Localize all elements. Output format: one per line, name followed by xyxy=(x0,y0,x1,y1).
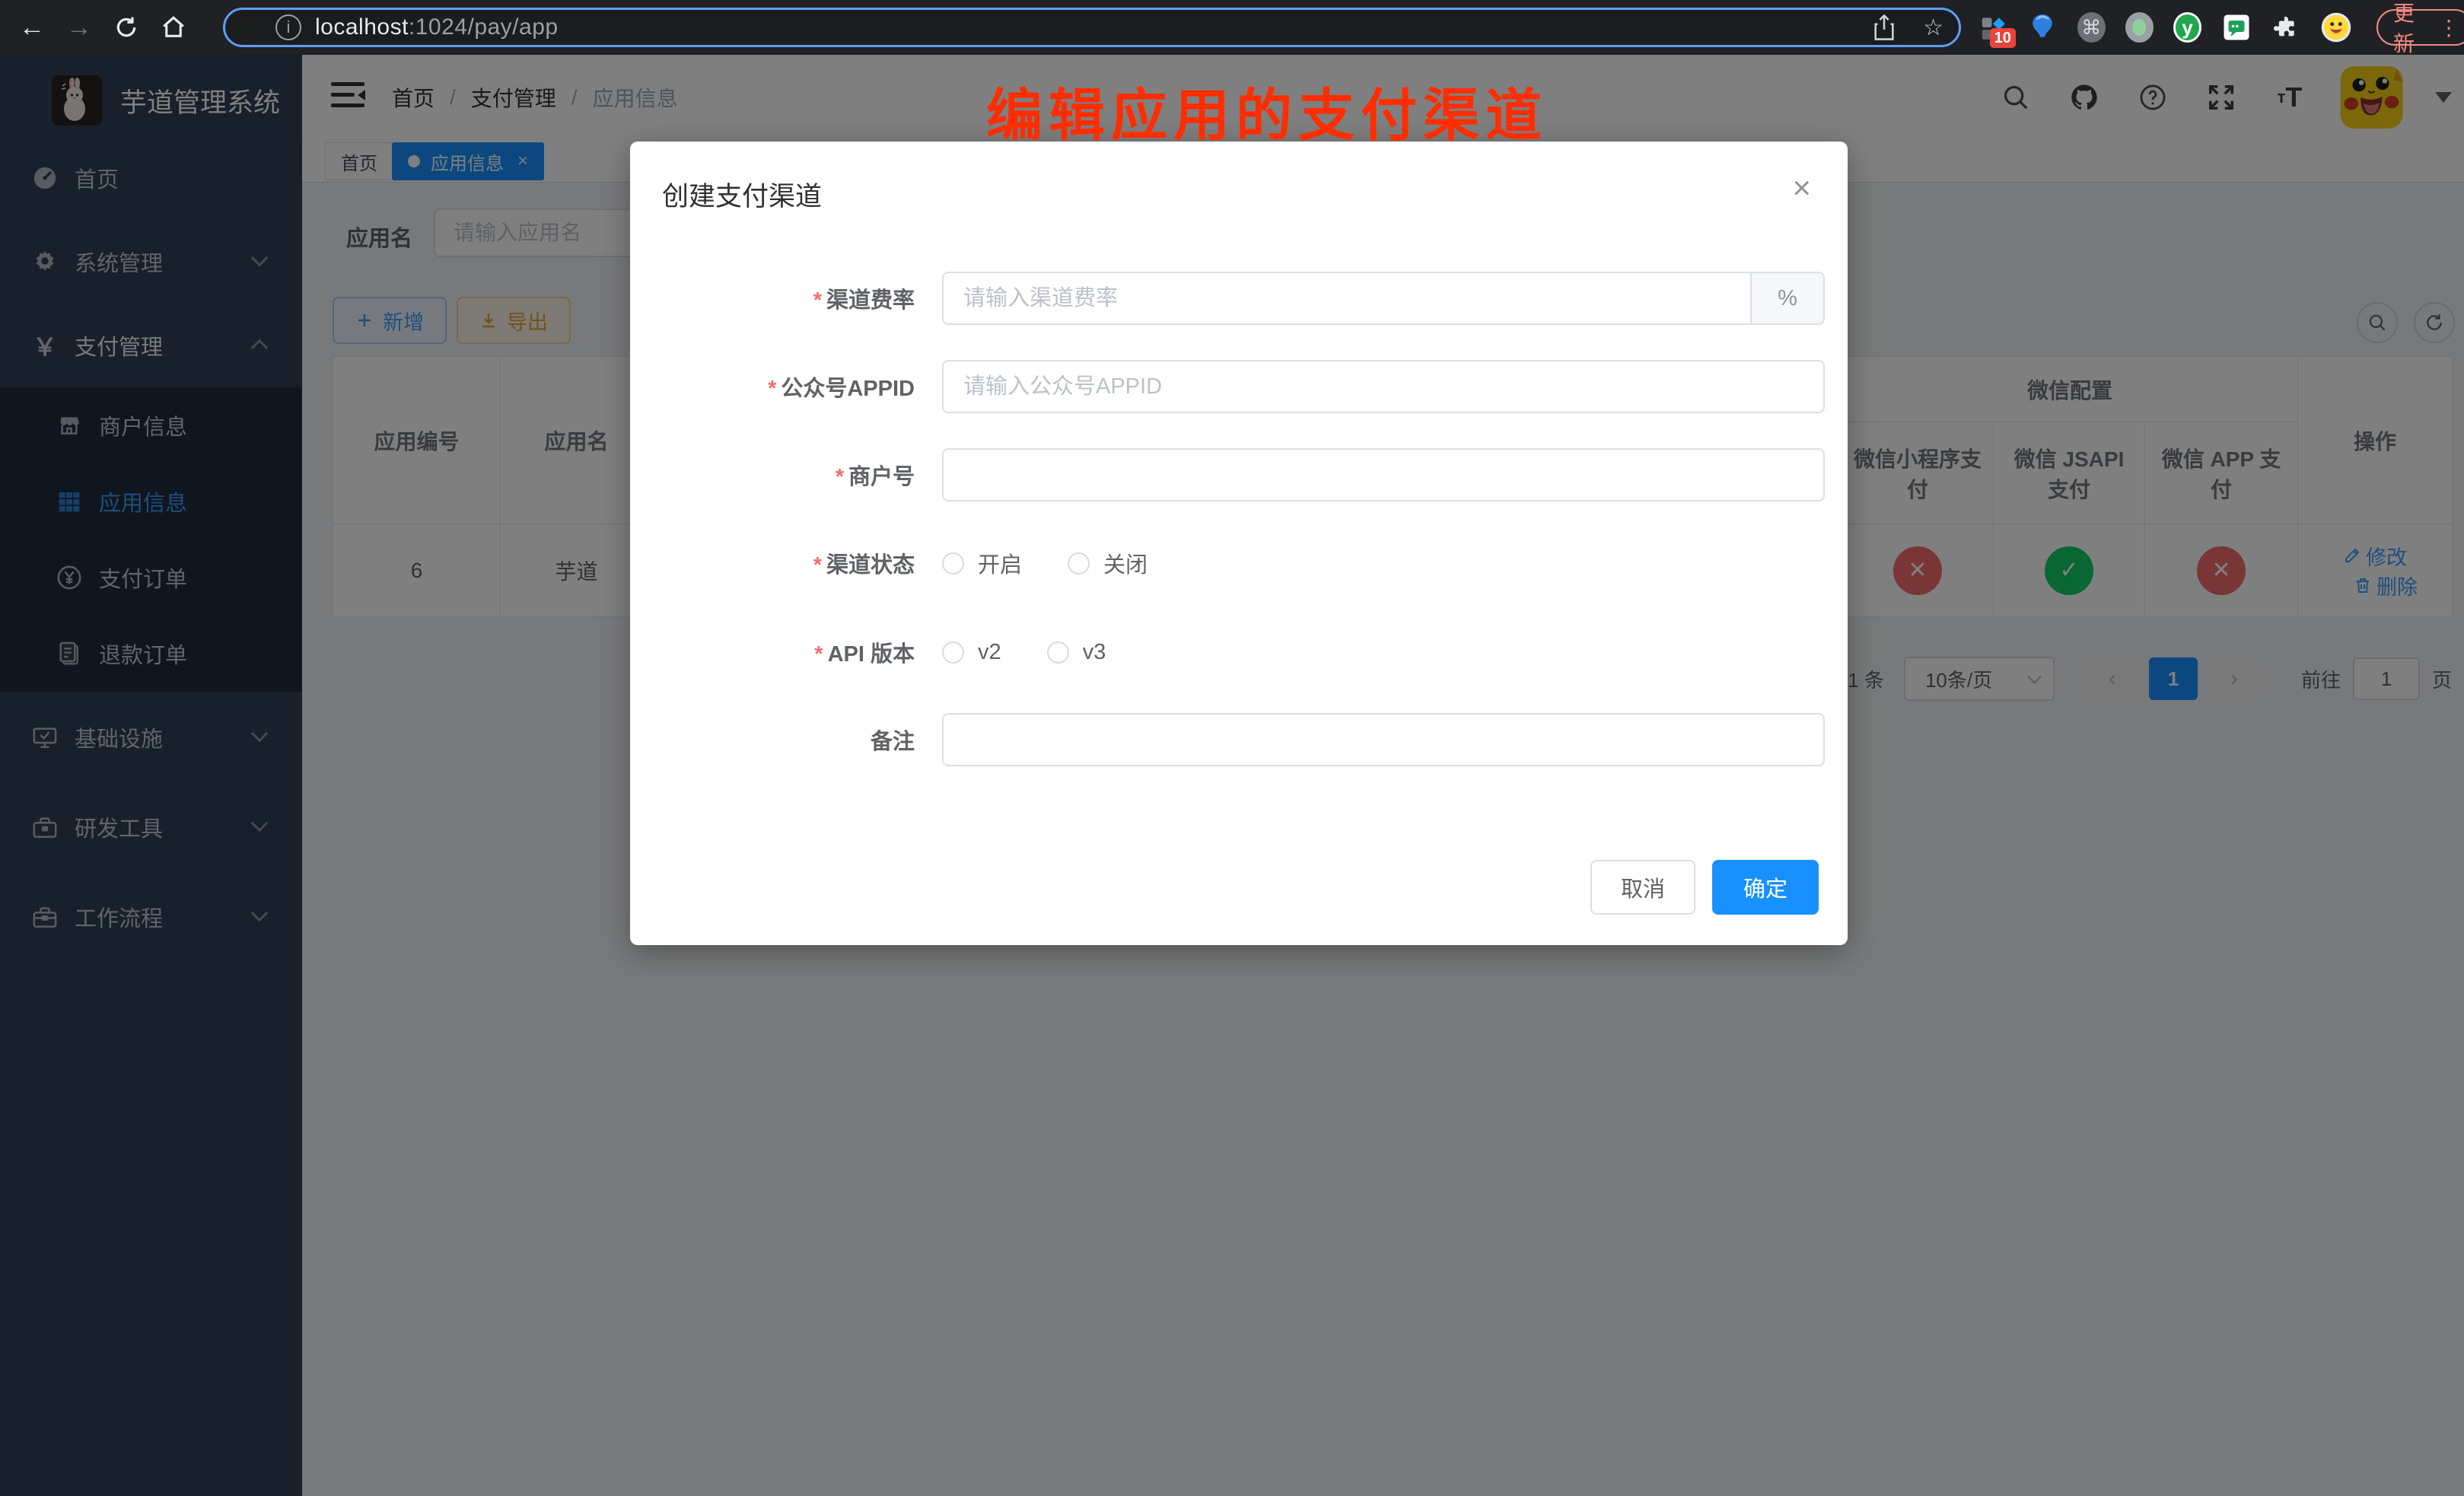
api-version-radio-group: v2 v3 xyxy=(942,625,1825,679)
address-bar[interactable]: i localhost:1024/pay/app ☆ xyxy=(223,8,1961,47)
remark-input[interactable] xyxy=(944,715,1823,765)
required-asterisk: * xyxy=(768,377,776,401)
channel-rate-input[interactable] xyxy=(944,273,1750,323)
status-radio-group: 开启 关闭 xyxy=(942,536,1825,590)
annotation-text: 编辑应用的支付渠道 xyxy=(986,70,1548,151)
form-row-merchant: *商户号 xyxy=(630,448,1848,501)
profile-emoji-avatar[interactable] xyxy=(2320,11,2352,43)
percent-suffix: % xyxy=(1750,273,1823,323)
extension-balloon-icon[interactable] xyxy=(2028,11,2058,43)
bookmark-star-icon[interactable]: ☆ xyxy=(1923,14,1944,41)
extension-y-icon[interactable]: y xyxy=(2173,12,2201,43)
status-open-radio[interactable]: 开启 xyxy=(942,547,1022,579)
browser-home-icon[interactable] xyxy=(158,12,189,43)
radio-circle-icon xyxy=(942,552,964,575)
browser-forward-icon[interactable]: → xyxy=(64,12,94,43)
required-asterisk: * xyxy=(813,553,822,578)
browser-back-icon[interactable]: ← xyxy=(17,12,47,43)
form-row-appid: *公众号APPID xyxy=(630,360,1848,413)
rate-input-wrap: % xyxy=(942,272,1825,325)
form-row-api-version: *API 版本 v2 v3 xyxy=(630,625,1848,679)
extensions-area: 10 ⌘ y 更新 ⋮ xyxy=(1979,0,2464,55)
screen: ← → i localhost:1024/pay/app ☆ 10 xyxy=(0,0,2464,1496)
browser-chrome: ← → i localhost:1024/pay/app ☆ 10 xyxy=(0,0,2464,55)
extension-badge: 10 xyxy=(1990,28,2016,48)
site-info-icon[interactable]: i xyxy=(275,14,301,40)
radio-circle-icon xyxy=(1068,552,1090,575)
merchant-id-input[interactable] xyxy=(944,450,1823,500)
extensions-puzzle-icon[interactable] xyxy=(2271,11,2300,43)
confirm-button[interactable]: 确定 xyxy=(1712,860,1819,915)
browser-reload-icon[interactable] xyxy=(111,12,142,43)
extension-chat-icon[interactable] xyxy=(2221,11,2251,43)
url-text: localhost:1024/pay/app xyxy=(315,14,559,40)
dialog-title: 创建支付渠道 xyxy=(662,175,822,214)
browser-menu-icon[interactable]: ⋮ xyxy=(2438,15,2459,40)
share-icon[interactable] xyxy=(1873,14,1896,40)
api-v2-radio[interactable]: v2 xyxy=(942,640,1001,665)
browser-update-button[interactable]: 更新 ⋮ xyxy=(2376,9,2464,46)
cancel-button[interactable]: 取消 xyxy=(1590,860,1695,915)
required-asterisk: * xyxy=(836,465,844,489)
extension-dot-icon[interactable] xyxy=(2125,12,2154,43)
api-v3-radio[interactable]: v3 xyxy=(1047,640,1106,665)
required-asterisk: * xyxy=(813,288,822,313)
required-asterisk: * xyxy=(814,642,823,667)
form-row-status: *渠道状态 开启 关闭 xyxy=(630,536,1848,590)
extension-grid-icon[interactable]: 10 xyxy=(1979,11,2008,43)
radio-circle-icon xyxy=(1047,641,1069,664)
form-row-rate: *渠道费率 % xyxy=(630,272,1848,325)
close-icon[interactable]: × xyxy=(1792,172,1811,204)
create-channel-dialog: 创建支付渠道 × *渠道费率 % *公众号APPID *商户号 xyxy=(630,142,1848,945)
appid-input[interactable] xyxy=(944,361,1823,412)
radio-circle-icon xyxy=(942,641,964,664)
extension-command-icon[interactable]: ⌘ xyxy=(2077,12,2106,43)
form-row-remark: 备注 xyxy=(630,713,1848,766)
status-closed-radio[interactable]: 关闭 xyxy=(1068,547,1148,579)
